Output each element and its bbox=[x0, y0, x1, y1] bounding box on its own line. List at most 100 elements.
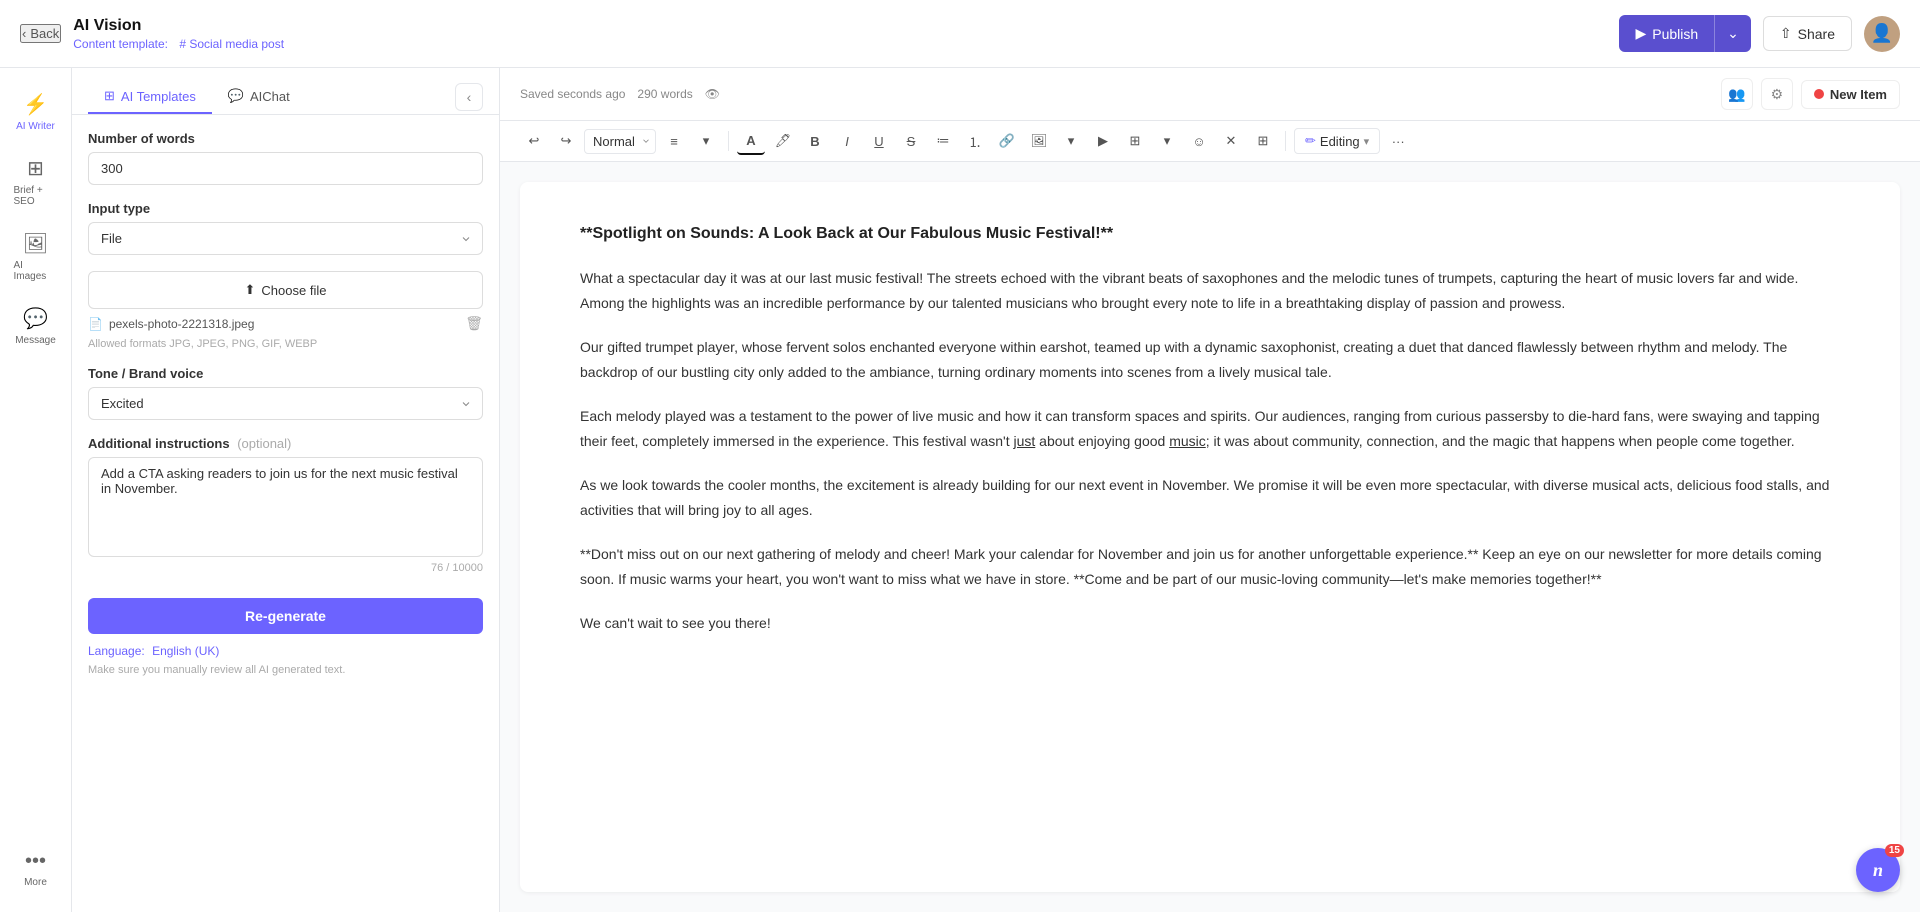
eye-icon[interactable]: 👁 bbox=[705, 87, 720, 101]
input-type-select[interactable]: File bbox=[88, 222, 483, 255]
special-char-button[interactable]: ✕ bbox=[1217, 127, 1245, 155]
back-label: Back bbox=[30, 26, 59, 41]
underline-button[interactable]: U bbox=[865, 127, 893, 155]
tone-label: Tone / Brand voice bbox=[88, 366, 483, 381]
choose-file-button[interactable]: ⬆ Choose file bbox=[88, 271, 483, 309]
back-button[interactable]: ‹ Back bbox=[20, 24, 61, 43]
template-link[interactable]: # Social media post bbox=[179, 37, 284, 51]
undo-button[interactable]: ↩ bbox=[520, 127, 548, 155]
underline-music: music bbox=[1169, 433, 1206, 449]
collapse-panel-button[interactable]: ‹ bbox=[455, 83, 483, 111]
content-paragraph-1: What a spectacular day it was at our las… bbox=[580, 266, 1840, 315]
align-icon-btn[interactable]: ≡ bbox=[660, 127, 688, 155]
image-dropdown-btn[interactable]: ▾ bbox=[1057, 127, 1085, 155]
bold-button[interactable]: B bbox=[801, 127, 829, 155]
sidebar-label-brief-seo: Brief + SEO bbox=[14, 185, 58, 207]
tab-aichat[interactable]: 💬 AIChat bbox=[212, 80, 306, 114]
regenerate-button[interactable]: Re-generate bbox=[88, 598, 483, 634]
language-value[interactable]: English (UK) bbox=[152, 644, 219, 658]
highlight-button[interactable]: 🖊 bbox=[769, 127, 797, 155]
share-icon: ⇧ bbox=[1780, 25, 1792, 42]
users-icon-btn[interactable]: 👥 bbox=[1721, 78, 1753, 110]
language-label: Language: bbox=[88, 644, 145, 658]
num-words-label: Number of words bbox=[88, 131, 483, 146]
header-right: ▶ Publish ⌄ ⇧ Share 👤 bbox=[1619, 15, 1900, 52]
emoji-button[interactable]: ☺ bbox=[1185, 127, 1213, 155]
more-dots-icon: ••• bbox=[25, 850, 46, 873]
review-note: Make sure you manually review all AI gen… bbox=[88, 664, 483, 676]
sidebar-item-more[interactable]: ••• More bbox=[6, 842, 66, 896]
settings-icon-btn[interactable]: ⚙ bbox=[1761, 78, 1793, 110]
italic-button[interactable]: I bbox=[833, 127, 861, 155]
additional-label: Additional instructions (optional) bbox=[88, 436, 483, 451]
editor-content[interactable]: **Spotlight on Sounds: A Look Back at Ou… bbox=[520, 182, 1900, 892]
back-chevron-icon: ‹ bbox=[22, 26, 26, 41]
language-note: Language: English (UK) bbox=[88, 644, 483, 658]
num-words-group: Number of words bbox=[88, 131, 483, 185]
main-layout: ⚡ AI Writer ⊞ Brief + SEO 🖼 AI Images 💬 … bbox=[0, 68, 1920, 912]
share-button[interactable]: ⇧ Share bbox=[1763, 16, 1852, 51]
sidebar-item-brief-seo[interactable]: ⊞ Brief + SEO bbox=[6, 148, 66, 215]
sidebar-item-ai-images[interactable]: 🖼 AI Images bbox=[6, 223, 66, 290]
bullet-list-button[interactable]: ≔ bbox=[929, 127, 957, 155]
publish-arrow[interactable]: ⌄ bbox=[1714, 15, 1751, 52]
sidebar-label-ai-images: AI Images bbox=[14, 260, 58, 282]
publish-button[interactable]: ▶ Publish ⌄ bbox=[1619, 15, 1750, 52]
message-icon: 💬 bbox=[23, 306, 48, 331]
file-delete-button[interactable]: 🗑 bbox=[465, 315, 483, 332]
pencil-icon: ✏ bbox=[1305, 133, 1316, 149]
support-chat-button[interactable]: 15 n bbox=[1856, 848, 1900, 892]
more-options-button[interactable]: ··· bbox=[1384, 127, 1412, 155]
additional-instructions-textarea[interactable]: Add a CTA asking readers to join us for … bbox=[88, 457, 483, 557]
panel-content: Number of words Input type File ⬆ Choose… bbox=[72, 115, 499, 912]
additional-label-text: Additional instructions bbox=[88, 436, 230, 451]
para6-text: We can't wait to see you there! bbox=[580, 615, 771, 631]
content-paragraph-3: Each melody played was a testament to th… bbox=[580, 404, 1840, 453]
para4-text: As we look towards the cooler months, th… bbox=[580, 477, 1829, 518]
panel-tabs: ⊞ AI Templates 💬 AIChat ‹ bbox=[72, 68, 499, 115]
editor-area: Saved seconds ago 290 words 👁 👥 ⚙ New It… bbox=[500, 68, 1920, 912]
chat-badge: 15 bbox=[1885, 844, 1904, 857]
style-select[interactable]: Normal bbox=[584, 129, 656, 154]
page-title: AI Vision bbox=[73, 17, 284, 35]
num-words-input[interactable] bbox=[88, 152, 483, 185]
tab-ai-templates[interactable]: ⊞ AI Templates bbox=[88, 80, 212, 114]
editing-mode-button[interactable]: ✏ Editing ▾ bbox=[1294, 128, 1380, 154]
image-button[interactable]: 🖼 bbox=[1025, 127, 1053, 155]
content-title-text: **Spotlight on Sounds: A Look Back at Ou… bbox=[580, 225, 1113, 242]
ai-templates-icon: ⊞ bbox=[104, 88, 115, 104]
content-paragraph-6: We can't wait to see you there! bbox=[580, 611, 1840, 636]
block-insert-button[interactable]: ⊞ bbox=[1249, 127, 1277, 155]
top-header: ‹ Back AI Vision Content template: # Soc… bbox=[0, 0, 1920, 68]
table-dropdown-btn[interactable]: ▾ bbox=[1153, 127, 1181, 155]
content-paragraph-2: Our gifted trumpet player, whose fervent… bbox=[580, 335, 1840, 384]
new-item-button[interactable]: New Item bbox=[1801, 80, 1900, 109]
para1-text: What a spectacular day it was at our las… bbox=[580, 270, 1798, 311]
tone-group: Tone / Brand voice Excited bbox=[88, 366, 483, 420]
brief-icon: ⊞ bbox=[27, 156, 44, 181]
play-embed-button[interactable]: ▶ bbox=[1089, 127, 1117, 155]
file-icon: 📄 bbox=[88, 317, 103, 331]
sidebar-item-ai-writer[interactable]: ⚡ AI Writer bbox=[6, 84, 66, 140]
avatar[interactable]: 👤 bbox=[1864, 16, 1900, 52]
additional-instructions-group: Additional instructions (optional) Add a… bbox=[88, 436, 483, 574]
redo-button[interactable]: ↪ bbox=[552, 127, 580, 155]
editor-topbar: Saved seconds ago 290 words 👁 👥 ⚙ New It… bbox=[500, 68, 1920, 121]
sidebar-item-message[interactable]: 💬 Message bbox=[6, 298, 66, 354]
link-button[interactable]: 🔗 bbox=[993, 127, 1021, 155]
word-count: 290 words bbox=[637, 87, 692, 101]
header-left: ‹ Back AI Vision Content template: # Soc… bbox=[20, 17, 284, 51]
underline-just: just bbox=[1014, 433, 1036, 449]
images-icon: 🖼 bbox=[23, 231, 48, 256]
tone-select[interactable]: Excited bbox=[88, 387, 483, 420]
choose-file-group: ⬆ Choose file 📄 pexels-photo-2221318.jpe… bbox=[88, 271, 483, 350]
numbered-list-button[interactable]: ⒈ bbox=[961, 127, 989, 155]
strikethrough-button[interactable]: S bbox=[897, 127, 925, 155]
para5-text: **Don't miss out on our next gathering o… bbox=[580, 546, 1822, 587]
table-button[interactable]: ⊞ bbox=[1121, 127, 1149, 155]
align-dropdown-btn[interactable]: ▾ bbox=[692, 127, 720, 155]
icon-sidebar: ⚡ AI Writer ⊞ Brief + SEO 🖼 AI Images 💬 … bbox=[0, 68, 72, 912]
sidebar-label-message: Message bbox=[15, 335, 56, 346]
sidebar-label-ai-writer: AI Writer bbox=[16, 121, 55, 132]
text-color-button[interactable]: A bbox=[737, 127, 765, 155]
